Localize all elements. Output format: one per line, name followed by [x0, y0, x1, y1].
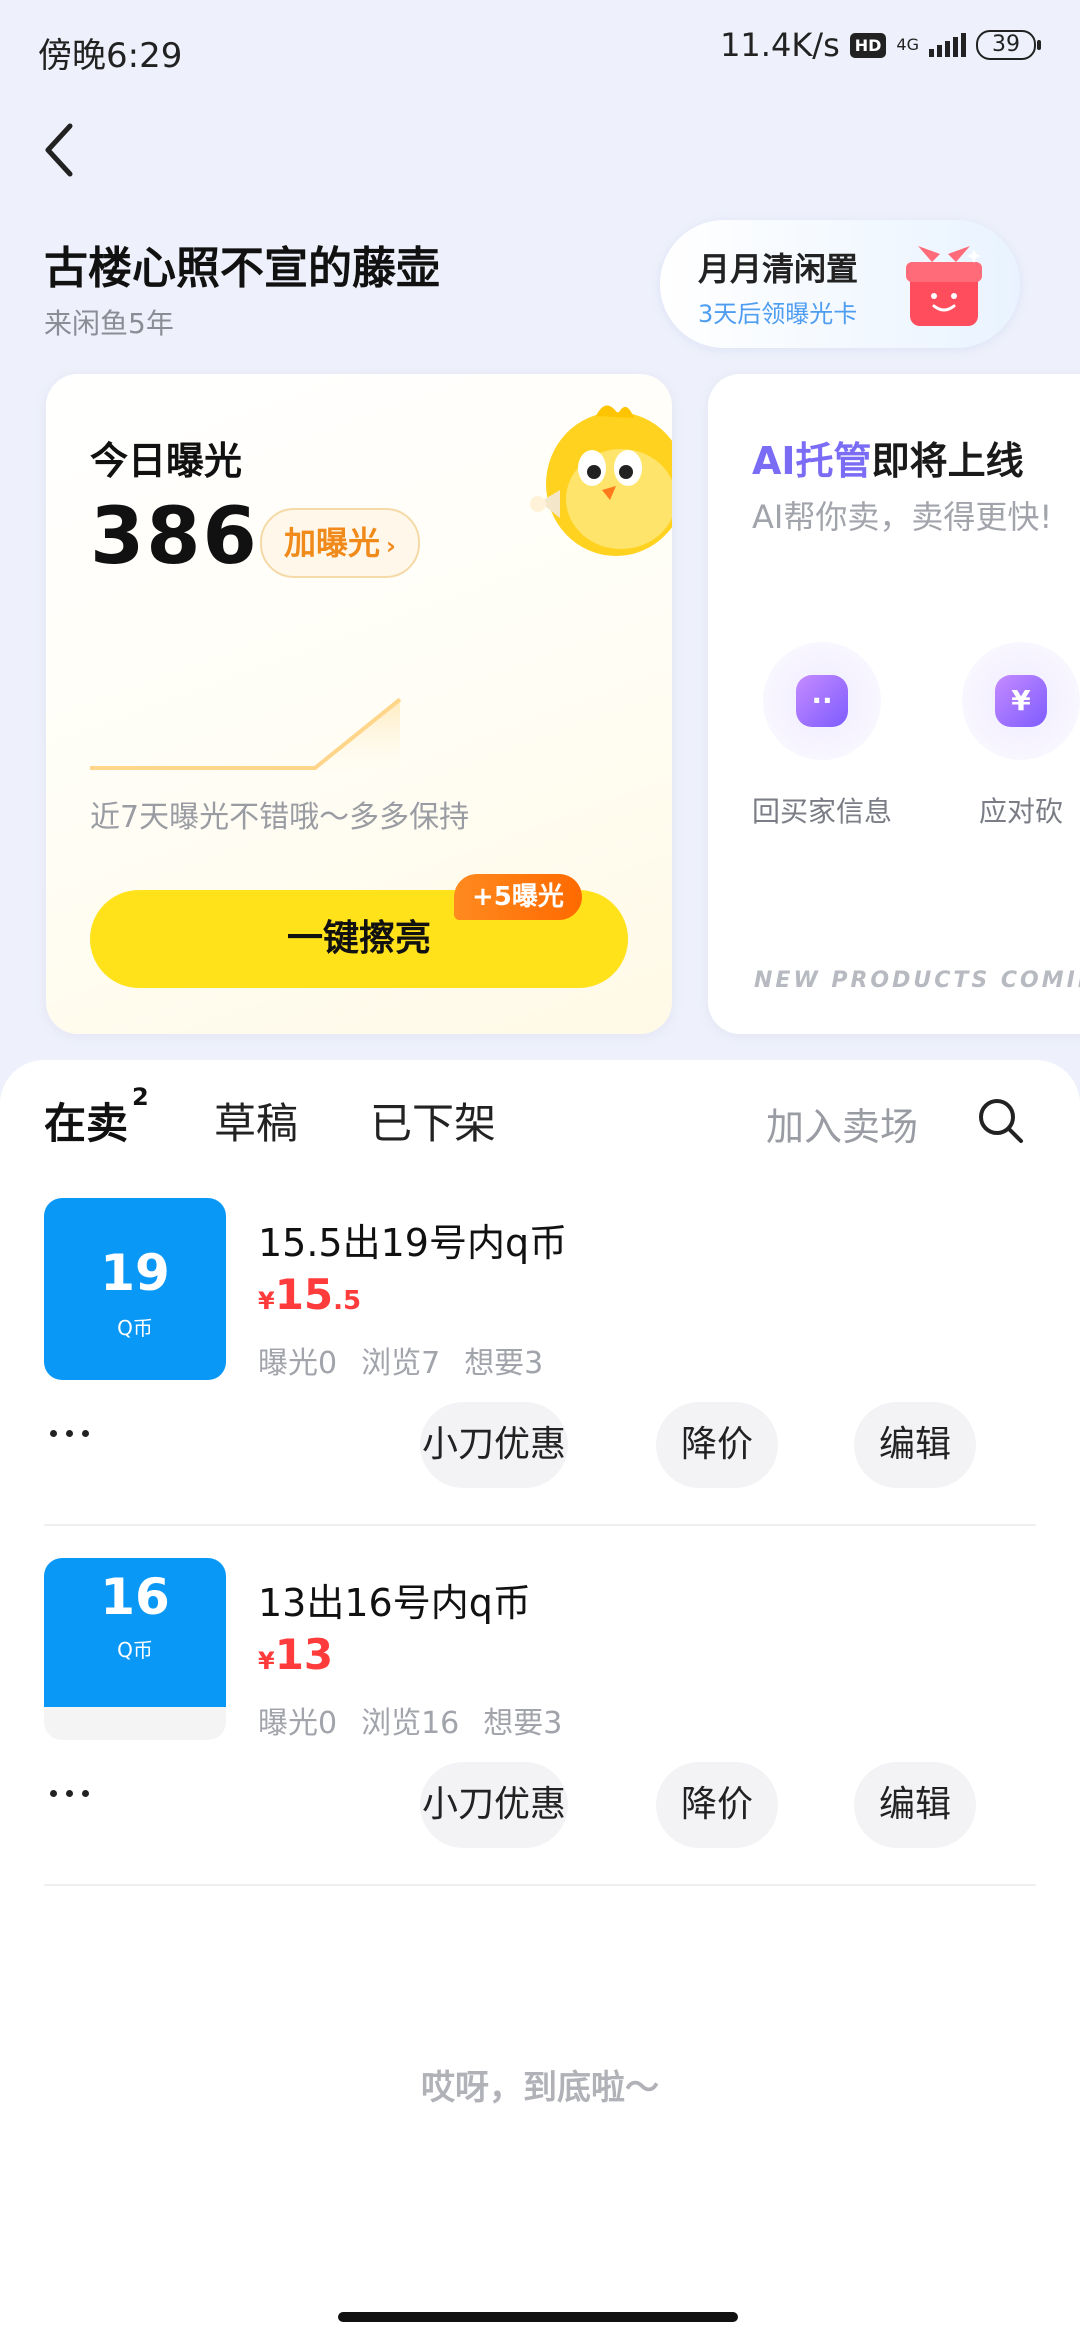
- hd-icon: HD: [849, 32, 887, 58]
- ai-managed-card[interactable]: AI托管即将上线 AI帮你卖，卖得更快! ·· 回买家信息 ¥ 应对砍 NEW …: [708, 374, 1080, 1034]
- thumb-number: 16: [100, 1568, 170, 1626]
- user-name: 古楼心照不宣的藤壶: [44, 243, 440, 294]
- small-discount-button[interactable]: 小刀优惠: [420, 1762, 568, 1848]
- stat-views: 浏览16: [361, 1706, 460, 1741]
- ai-title-highlight: AI托管: [752, 439, 872, 483]
- stat-wants: 想要3: [464, 1346, 544, 1381]
- tab-offline[interactable]: 已下架: [370, 1090, 496, 1151]
- item-price: ¥15.5: [258, 1270, 362, 1319]
- promo-subtitle: 3天后领曝光卡: [698, 300, 858, 328]
- join-market-link[interactable]: 加入卖场: [766, 1096, 918, 1151]
- more-icon[interactable]: [44, 1784, 94, 1804]
- small-discount-button[interactable]: 小刀优惠: [420, 1402, 568, 1488]
- stat-exposure: 曝光0: [258, 1346, 338, 1381]
- thumb-currency: Q币: [117, 1316, 153, 1340]
- item-title[interactable]: 13出16号内q币: [258, 1572, 531, 1627]
- chat-bubble-icon: ··: [796, 675, 848, 727]
- end-of-list-text: 哎呀，到底啦～: [421, 2068, 659, 2108]
- item-title[interactable]: 15.5出19号内q币: [258, 1212, 567, 1267]
- boost-exposure-button[interactable]: 加曝光 ›: [260, 508, 420, 578]
- ai-card-title: AI托管即将上线: [752, 430, 1024, 485]
- network-type: 4G: [896, 35, 919, 54]
- promo-title: 月月清闲置: [698, 250, 859, 288]
- exposure-title: 今日曝光: [90, 439, 243, 483]
- tab-selling-label: 在卖: [44, 1099, 129, 1148]
- reduce-price-button[interactable]: 降价: [656, 1762, 778, 1848]
- home-indicator[interactable]: [338, 2312, 738, 2322]
- reduce-price-button[interactable]: 降价: [656, 1402, 778, 1488]
- exposure-card: 今日曝光 386 加曝光 › 近7天曝光不错哦～多多保持 一键擦亮 +5曝光: [46, 374, 672, 1034]
- thumb-number: 19: [100, 1244, 170, 1302]
- stat-wants: 想要3: [483, 1706, 563, 1741]
- ai-feature-label: 应对砍: [978, 795, 1063, 828]
- back-arrow-icon[interactable]: [40, 120, 80, 180]
- exposure-value: 386: [90, 492, 259, 582]
- battery-icon: 39: [976, 30, 1041, 60]
- boost-label: 加曝光: [284, 524, 381, 562]
- search-icon[interactable]: [976, 1096, 1026, 1146]
- item-price: ¥13: [258, 1630, 334, 1679]
- more-icon[interactable]: [44, 1424, 94, 1444]
- item-stats: 曝光0 浏览7 想要3: [258, 1338, 567, 1382]
- ai-feature-bargain: ¥ 应对砍: [962, 642, 1080, 830]
- tab-draft[interactable]: 草稿: [214, 1090, 298, 1151]
- item-thumbnail[interactable]: 19 Q币: [44, 1198, 226, 1380]
- thumb-currency: Q币: [117, 1638, 153, 1662]
- chick-mascot-icon: [530, 405, 672, 556]
- user-tenure: 来闲鱼5年: [44, 307, 174, 340]
- ai-feature-reply: ·· 回买家信息: [752, 642, 892, 830]
- net-speed: 11.4K/s: [720, 26, 840, 64]
- yuan-icon: ¥: [995, 675, 1047, 727]
- exposure-note: 近7天曝光不错哦～多多保持: [90, 800, 470, 835]
- tab-selling-count: 2: [132, 1083, 149, 1111]
- edit-button[interactable]: 编辑: [854, 1402, 976, 1488]
- divider: [44, 1884, 1036, 1886]
- ai-feature-label: 回买家信息: [752, 795, 893, 828]
- promo-banner[interactable]: 月月清闲置 3天后领曝光卡: [660, 220, 1020, 348]
- status-indicators: 11.4K/s HD 4G 39: [720, 26, 1041, 64]
- ai-title-rest: 即将上线: [871, 439, 1024, 483]
- signal-icon: [929, 33, 966, 57]
- item-thumbnail[interactable]: 16 Q币: [44, 1558, 226, 1740]
- item-stats: 曝光0 浏览16 想要3: [258, 1698, 586, 1742]
- ai-card-subtitle: AI帮你卖，卖得更快!: [752, 498, 1053, 536]
- listing-item[interactable]: 19 Q币 15.5出19号内q币 ¥15.5 曝光0 浏览7 想要3 小刀优惠 降…: [44, 1198, 1036, 1538]
- divider: [44, 1524, 1036, 1526]
- listing-item[interactable]: 16 Q币 13出16号内q币 ¥13 曝光0 浏览16 想要3 小刀优惠 降价 编…: [44, 1558, 1036, 1898]
- chevron-right-icon: ›: [386, 532, 396, 560]
- exposure-trend-chart: [90, 697, 402, 774]
- gift-icon: [906, 246, 982, 326]
- tab-selling[interactable]: 在卖2: [44, 1083, 149, 1151]
- stat-views: 浏览7: [361, 1346, 441, 1381]
- ai-card-footer: NEW PRODUCTS COMING S: [754, 968, 1080, 993]
- stat-exposure: 曝光0: [258, 1706, 338, 1741]
- status-time: 傍晚6:29: [38, 36, 183, 76]
- polish-badge: +5曝光: [454, 874, 582, 920]
- edit-button[interactable]: 编辑: [854, 1762, 976, 1848]
